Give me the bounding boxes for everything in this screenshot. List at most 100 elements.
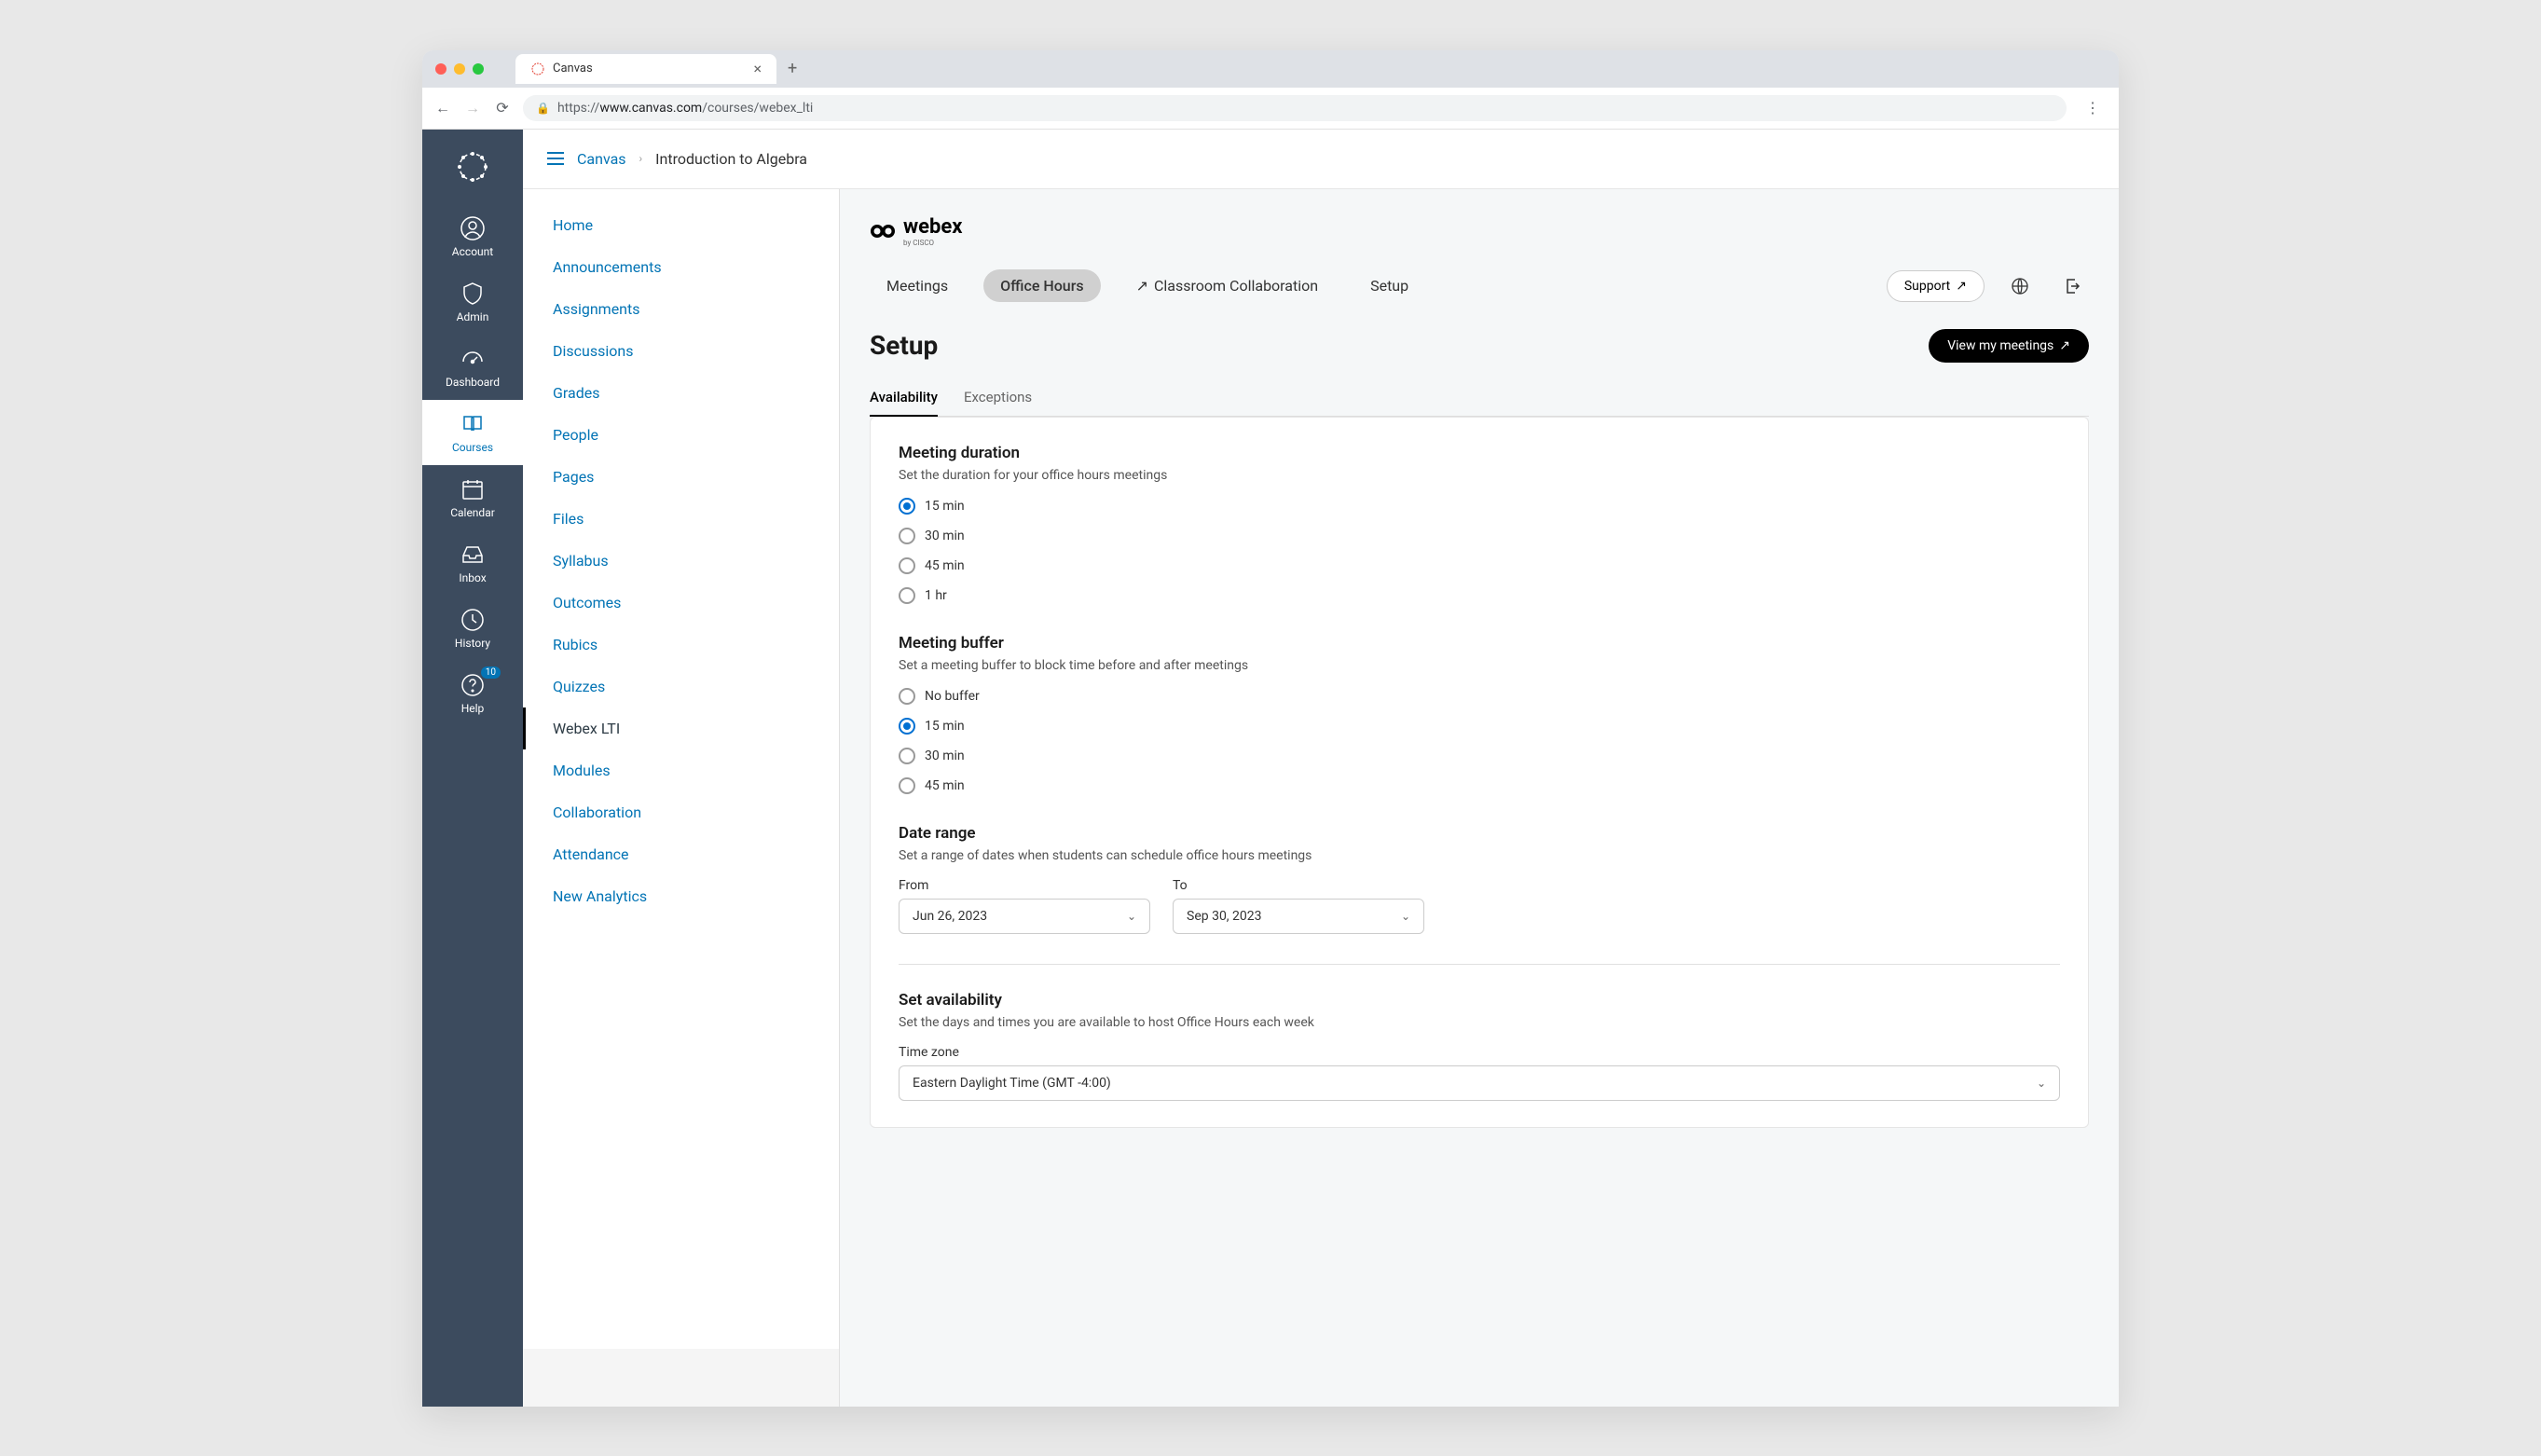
browser-tab[interactable]: Canvas × xyxy=(515,54,776,84)
tab-meetings[interactable]: Meetings xyxy=(870,269,965,302)
tab-office-hours[interactable]: Office Hours xyxy=(983,269,1100,302)
globe-icon[interactable] xyxy=(2003,269,2037,303)
nav-account[interactable]: Account xyxy=(422,204,523,269)
to-date-dropdown[interactable]: Sep 30, 2023 ⌄ xyxy=(1173,899,1424,934)
radio-label: 15 min xyxy=(925,719,965,734)
radio-option[interactable]: 15 min xyxy=(899,498,2060,515)
nav-label: Calendar xyxy=(450,506,495,519)
radio-option[interactable]: 30 min xyxy=(899,748,2060,764)
radio-option[interactable]: 45 min xyxy=(899,557,2060,574)
course-nav-item[interactable]: Discussions xyxy=(523,330,839,372)
course-nav: HomeAnnouncementsAssignmentsDiscussionsG… xyxy=(523,189,840,1407)
nav-help[interactable]: 10 Help xyxy=(422,661,523,726)
radio-icon xyxy=(899,777,915,794)
nav-admin[interactable]: Admin xyxy=(422,269,523,335)
radio-icon xyxy=(899,718,915,735)
radio-option[interactable]: 1 hr xyxy=(899,587,2060,604)
maximize-window[interactable] xyxy=(473,63,484,75)
traffic-lights xyxy=(422,50,497,88)
forward-button[interactable]: → xyxy=(463,99,482,117)
webex-brand: webex xyxy=(903,215,963,239)
course-nav-item[interactable]: Outcomes xyxy=(523,582,839,624)
section-title: Set availability xyxy=(899,991,2060,1010)
radio-option[interactable]: 30 min xyxy=(899,528,2060,544)
course-nav-item[interactable]: Modules xyxy=(523,749,839,791)
chevron-down-icon: ⌄ xyxy=(1401,910,1410,923)
tab-bar: Canvas × + xyxy=(422,50,2119,88)
radio-label: 45 min xyxy=(925,778,965,793)
nav-label: Account xyxy=(452,245,493,258)
subtab-availability[interactable]: Availability xyxy=(870,379,938,417)
close-window[interactable] xyxy=(435,63,446,75)
setup-header: Setup View my meetings ↗ xyxy=(870,329,2089,363)
setup-card: Meeting duration Set the duration for yo… xyxy=(870,417,2089,1128)
global-nav: Account Admin Dashboard Courses Calendar… xyxy=(422,130,523,1407)
new-tab-button[interactable]: + xyxy=(776,51,808,86)
back-button[interactable]: ← xyxy=(433,99,452,117)
radio-label: 15 min xyxy=(925,499,965,514)
from-date-dropdown[interactable]: Jun 26, 2023 ⌄ xyxy=(899,899,1150,934)
course-nav-item[interactable]: Collaboration xyxy=(523,791,839,833)
section-desc: Set the days and times you are available… xyxy=(899,1015,2060,1030)
admin-icon xyxy=(460,281,486,307)
tab-classroom[interactable]: ↗ Classroom Collaboration xyxy=(1119,269,1335,302)
section-desc: Set a meeting buffer to block time befor… xyxy=(899,658,2060,673)
section-meeting-duration: Meeting duration Set the duration for yo… xyxy=(899,444,2060,604)
url-bar: ← → ⟳ 🔒 https://www.canvas.com/courses/w… xyxy=(422,88,2119,130)
course-nav-item[interactable]: Quizzes xyxy=(523,666,839,707)
timezone-dropdown[interactable]: Eastern Daylight Time (GMT -4:00) ⌄ xyxy=(899,1065,2060,1101)
radio-option[interactable]: No buffer xyxy=(899,688,2060,705)
radio-icon xyxy=(899,748,915,764)
radio-icon xyxy=(899,688,915,705)
course-nav-item[interactable]: Home xyxy=(523,204,839,246)
course-nav-item[interactable]: Webex LTI xyxy=(523,707,839,749)
tab-setup[interactable]: Setup xyxy=(1353,269,1425,302)
course-nav-item[interactable]: Syllabus xyxy=(523,540,839,582)
browser-window: Canvas × + ← → ⟳ 🔒 https://www.canvas.co… xyxy=(422,50,2119,1407)
close-tab-icon[interactable]: × xyxy=(753,62,762,76)
course-nav-item[interactable]: People xyxy=(523,414,839,456)
course-nav-item[interactable]: New Analytics xyxy=(523,875,839,917)
minimize-window[interactable] xyxy=(454,63,465,75)
course-nav-item[interactable]: Rubics xyxy=(523,624,839,666)
browser-menu-icon[interactable]: ⋮ xyxy=(2078,99,2108,117)
nav-history[interactable]: History xyxy=(422,596,523,661)
nav-calendar[interactable]: Calendar xyxy=(422,465,523,530)
radio-icon xyxy=(899,498,915,515)
help-badge: 10 xyxy=(481,666,501,679)
nav-courses[interactable]: Courses xyxy=(422,400,523,465)
nav-inbox[interactable]: Inbox xyxy=(422,530,523,596)
nav-dashboard[interactable]: Dashboard xyxy=(422,335,523,400)
nav-label: Help xyxy=(461,702,485,715)
radio-option[interactable]: 15 min xyxy=(899,718,2060,735)
subtab-exceptions[interactable]: Exceptions xyxy=(964,379,1032,416)
nav-label: Admin xyxy=(457,310,489,323)
radio-label: No buffer xyxy=(925,689,980,704)
course-nav-item[interactable]: Pages xyxy=(523,456,839,498)
signout-icon[interactable] xyxy=(2055,269,2089,303)
nav-label: Dashboard xyxy=(446,376,500,389)
course-nav-item[interactable]: Files xyxy=(523,498,839,540)
reload-button[interactable]: ⟳ xyxy=(493,99,512,117)
view-meetings-button[interactable]: View my meetings ↗ xyxy=(1929,329,2089,363)
breadcrumb-root[interactable]: Canvas xyxy=(577,150,626,168)
breadcrumb-current: Introduction to Algebra xyxy=(655,150,807,168)
course-nav-item[interactable]: Assignments xyxy=(523,288,839,330)
section-title: Meeting buffer xyxy=(899,634,2060,652)
course-nav-item[interactable]: Announcements xyxy=(523,246,839,288)
url-text: https://www.canvas.com/courses/webex_lti xyxy=(557,101,813,116)
course-nav-item[interactable]: Attendance xyxy=(523,833,839,875)
section-meeting-buffer: Meeting buffer Set a meeting buffer to b… xyxy=(899,634,2060,794)
canvas-logo-icon[interactable] xyxy=(450,144,495,189)
menu-icon[interactable] xyxy=(547,152,564,165)
support-button[interactable]: Support ↗ xyxy=(1887,270,1985,302)
history-icon xyxy=(460,607,486,633)
divider xyxy=(899,964,2060,965)
radio-option[interactable]: 45 min xyxy=(899,777,2060,794)
course-nav-item[interactable]: Grades xyxy=(523,372,839,414)
nav-label: Inbox xyxy=(459,571,486,584)
external-link-icon: ↗ xyxy=(1136,277,1148,295)
section-title: Date range xyxy=(899,824,2060,843)
sub-tabs: Availability Exceptions xyxy=(870,379,2089,417)
url-field[interactable]: 🔒 https://www.canvas.com/courses/webex_l… xyxy=(523,95,2067,121)
